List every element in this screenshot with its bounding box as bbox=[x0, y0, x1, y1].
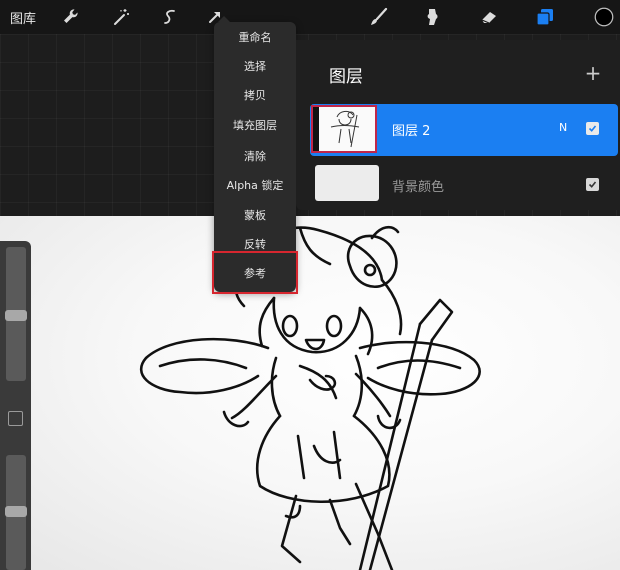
eraser-icon[interactable] bbox=[476, 4, 502, 30]
modify-button[interactable] bbox=[8, 411, 23, 426]
background-color-swatch[interactable] bbox=[315, 165, 379, 201]
brush-size-thumb[interactable] bbox=[5, 310, 27, 321]
menu-item-copy[interactable]: 拷贝 bbox=[214, 80, 296, 109]
check-icon bbox=[588, 125, 597, 132]
selection-icon[interactable] bbox=[157, 4, 183, 30]
background-visibility-checkbox[interactable] bbox=[586, 178, 599, 191]
layer-options-menu: 重命名 选择 拷贝 填充图层 清除 Alpha 锁定 蒙板 反转 参考 bbox=[212, 16, 298, 294]
layer-row-background[interactable]: 背景颜色 bbox=[310, 160, 618, 212]
brush-size-slider[interactable] bbox=[5, 247, 27, 381]
color-circle-icon[interactable] bbox=[591, 4, 617, 30]
layers-icon[interactable] bbox=[532, 4, 558, 30]
wrench-icon[interactable] bbox=[58, 4, 84, 30]
thumbnail-highlight-frame bbox=[311, 105, 377, 153]
layers-panel-title: 图层 bbox=[329, 67, 363, 87]
left-sidebar bbox=[0, 241, 31, 570]
layer-name: 图层 2 bbox=[392, 124, 431, 139]
top-toolbar: 图库 bbox=[0, 0, 620, 34]
menu-item-fill-layer[interactable]: 填充图层 bbox=[214, 110, 296, 139]
menu-item-rename[interactable]: 重命名 bbox=[214, 22, 296, 51]
background-layer-name: 背景颜色 bbox=[392, 180, 445, 195]
drawing-canvas[interactable] bbox=[0, 216, 620, 570]
brush-icon[interactable] bbox=[366, 4, 392, 30]
opacity-slider[interactable] bbox=[5, 455, 27, 570]
menu-item-alpha-lock[interactable]: Alpha 锁定 bbox=[214, 170, 296, 199]
gallery-button[interactable]: 图库 bbox=[10, 8, 36, 27]
smudge-icon[interactable] bbox=[418, 4, 444, 30]
menu-item-reference[interactable]: 参考 bbox=[212, 251, 298, 294]
menu-item-select[interactable]: 选择 bbox=[214, 51, 296, 80]
menu-item-clear[interactable]: 清除 bbox=[214, 141, 296, 170]
opacity-thumb[interactable] bbox=[5, 506, 27, 517]
check-icon bbox=[588, 181, 597, 188]
menu-item-mask[interactable]: 蒙板 bbox=[214, 200, 296, 229]
add-layer-button[interactable]: + bbox=[582, 61, 604, 85]
blend-mode-button[interactable]: N bbox=[559, 121, 567, 134]
layers-panel: 图层 + 图层 2 N 背景颜色 bbox=[296, 40, 620, 210]
magic-wand-icon[interactable] bbox=[108, 4, 134, 30]
layer-row-selected[interactable]: 图层 2 N bbox=[310, 104, 618, 156]
line-art-drawing bbox=[139, 225, 481, 570]
layer-visibility-checkbox[interactable] bbox=[586, 122, 599, 135]
